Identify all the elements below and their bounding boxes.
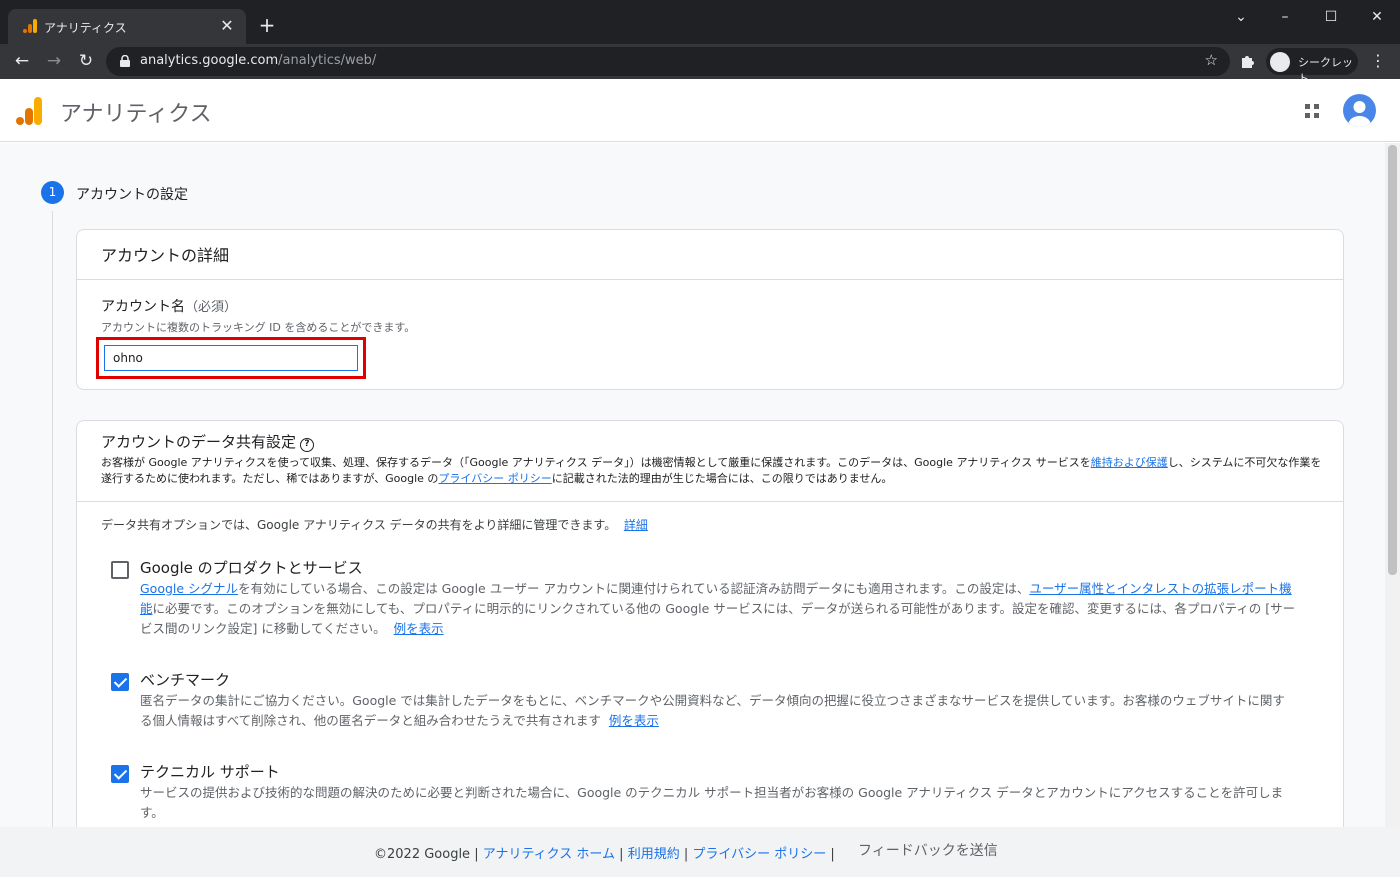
footer-links: ©2022 Google | アナリティクス ホーム | 利用規約 | プライバ…: [374, 847, 835, 862]
data-sharing-title: アカウントのデータ共有設定?: [101, 431, 315, 452]
browser-menu-icon[interactable]: ⋮: [1368, 49, 1388, 73]
maximize-icon[interactable]: ☐: [1308, 6, 1354, 28]
person-icon: [1348, 101, 1371, 127]
footer: ©2022 Google | アナリティクス ホーム | 利用規約 | プライバ…: [0, 827, 1400, 877]
apps-grid-icon[interactable]: [1304, 103, 1320, 119]
option-description: 匿名データの集計にご協力ください。Google では集計したデータをもとに、ベン…: [140, 693, 1285, 728]
analytics-logo-icon: [23, 19, 37, 33]
technical-support-checkbox[interactable]: [111, 765, 129, 783]
step-number: 1: [41, 181, 64, 204]
tab-close-icon[interactable]: ✕: [216, 15, 238, 37]
divider: [77, 501, 1343, 502]
reload-icon[interactable]: ↻: [74, 49, 98, 73]
google-products-checkbox[interactable]: [111, 561, 129, 579]
app-header: アナリティクス: [0, 79, 1400, 142]
tab-title: アナリティクス: [44, 21, 127, 35]
url-text: analytics.google.com/analytics/web/: [140, 53, 377, 68]
page-scrollbar[interactable]: [1385, 143, 1400, 827]
account-details-title: アカウントの詳細: [101, 246, 230, 265]
benchmarking-checkbox[interactable]: [111, 673, 129, 691]
divider: [77, 279, 1343, 280]
maintain-protect-link[interactable]: 維持および保護: [1091, 456, 1168, 469]
option-title: ベンチマーク: [140, 671, 231, 689]
main-content: 1 アカウントの設定 アカウントの詳細 アカウント名（必須） アカウントに複数の…: [0, 143, 1385, 827]
scrollbar-thumb[interactable]: [1388, 145, 1397, 575]
feedback-button[interactable]: フィードバックを送信: [858, 840, 998, 860]
sharing-options-intro: データ共有オプションでは、Google アナリティクス データの共有をより詳細に…: [101, 518, 648, 532]
option-description: Google シグナルを有効にしている場合、この設定は Google ユーザー …: [140, 581, 1296, 636]
step-connector-line: [52, 211, 53, 827]
incognito-icon: [1270, 52, 1290, 72]
privacy-policy-link[interactable]: プライバシー ポリシー: [438, 472, 551, 485]
privacy-link[interactable]: プライバシー ポリシー: [692, 847, 826, 862]
details-link[interactable]: 詳細: [624, 518, 648, 532]
new-tab-icon[interactable]: +: [256, 14, 278, 36]
forward-icon[interactable]: →: [42, 49, 66, 73]
minimize-icon[interactable]: –: [1262, 6, 1308, 28]
close-window-icon[interactable]: ✕: [1354, 6, 1400, 28]
browser-tab[interactable]: アナリティクス ✕: [8, 9, 246, 44]
browser-toolbar: ← → ↻ analytics.google.com/analytics/web…: [0, 44, 1400, 85]
data-sharing-card: アカウントのデータ共有設定? お客様が Google アナリティクスを使って収集…: [76, 420, 1344, 827]
show-example-link[interactable]: 例を表示: [394, 621, 444, 636]
extensions-icon[interactable]: [1239, 52, 1257, 70]
option-title: テクニカル サポート: [140, 763, 280, 781]
incognito-indicator[interactable]: シークレット: [1266, 48, 1358, 85]
option-description: サービスの提供および技術的な問題の解決のために必要と判断された場合に、Googl…: [140, 785, 1284, 820]
account-avatar[interactable]: [1343, 94, 1376, 127]
analytics-home-link[interactable]: アナリティクス ホーム: [483, 847, 615, 862]
help-icon[interactable]: ?: [300, 438, 315, 452]
terms-link[interactable]: 利用規約: [628, 847, 680, 862]
account-name-label: アカウント名（必須）: [101, 299, 238, 315]
option-title: Google のプロダクトとサービス: [140, 559, 363, 577]
data-sharing-description: お客様が Google アナリティクスを使って収集、処理、保存するデータ（「Go…: [101, 456, 1322, 485]
highlight-annotation: [96, 337, 366, 379]
address-bar[interactable]: analytics.google.com/analytics/web/ ☆: [106, 47, 1230, 76]
step-label: アカウントの設定: [76, 187, 188, 203]
lock-icon: [120, 55, 130, 67]
google-signals-link[interactable]: Google シグナル: [140, 581, 238, 596]
browser-tab-bar: アナリティクス ✕ + ⌄ – ☐ ✕: [0, 0, 1400, 44]
bookmark-star-icon[interactable]: ☆: [1205, 51, 1218, 69]
analytics-logo-icon[interactable]: [16, 95, 42, 125]
app-name: アナリティクス: [60, 102, 212, 127]
tab-search-icon[interactable]: ⌄: [1218, 6, 1264, 28]
back-icon[interactable]: ←: [10, 49, 34, 73]
account-name-input[interactable]: [104, 345, 358, 371]
account-details-card: アカウントの詳細 アカウント名（必須） アカウントに複数のトラッキング ID を…: [76, 229, 1344, 390]
show-example-link[interactable]: 例を表示: [609, 713, 659, 728]
account-name-hint: アカウントに複数のトラッキング ID を含めることができます。: [101, 321, 416, 334]
